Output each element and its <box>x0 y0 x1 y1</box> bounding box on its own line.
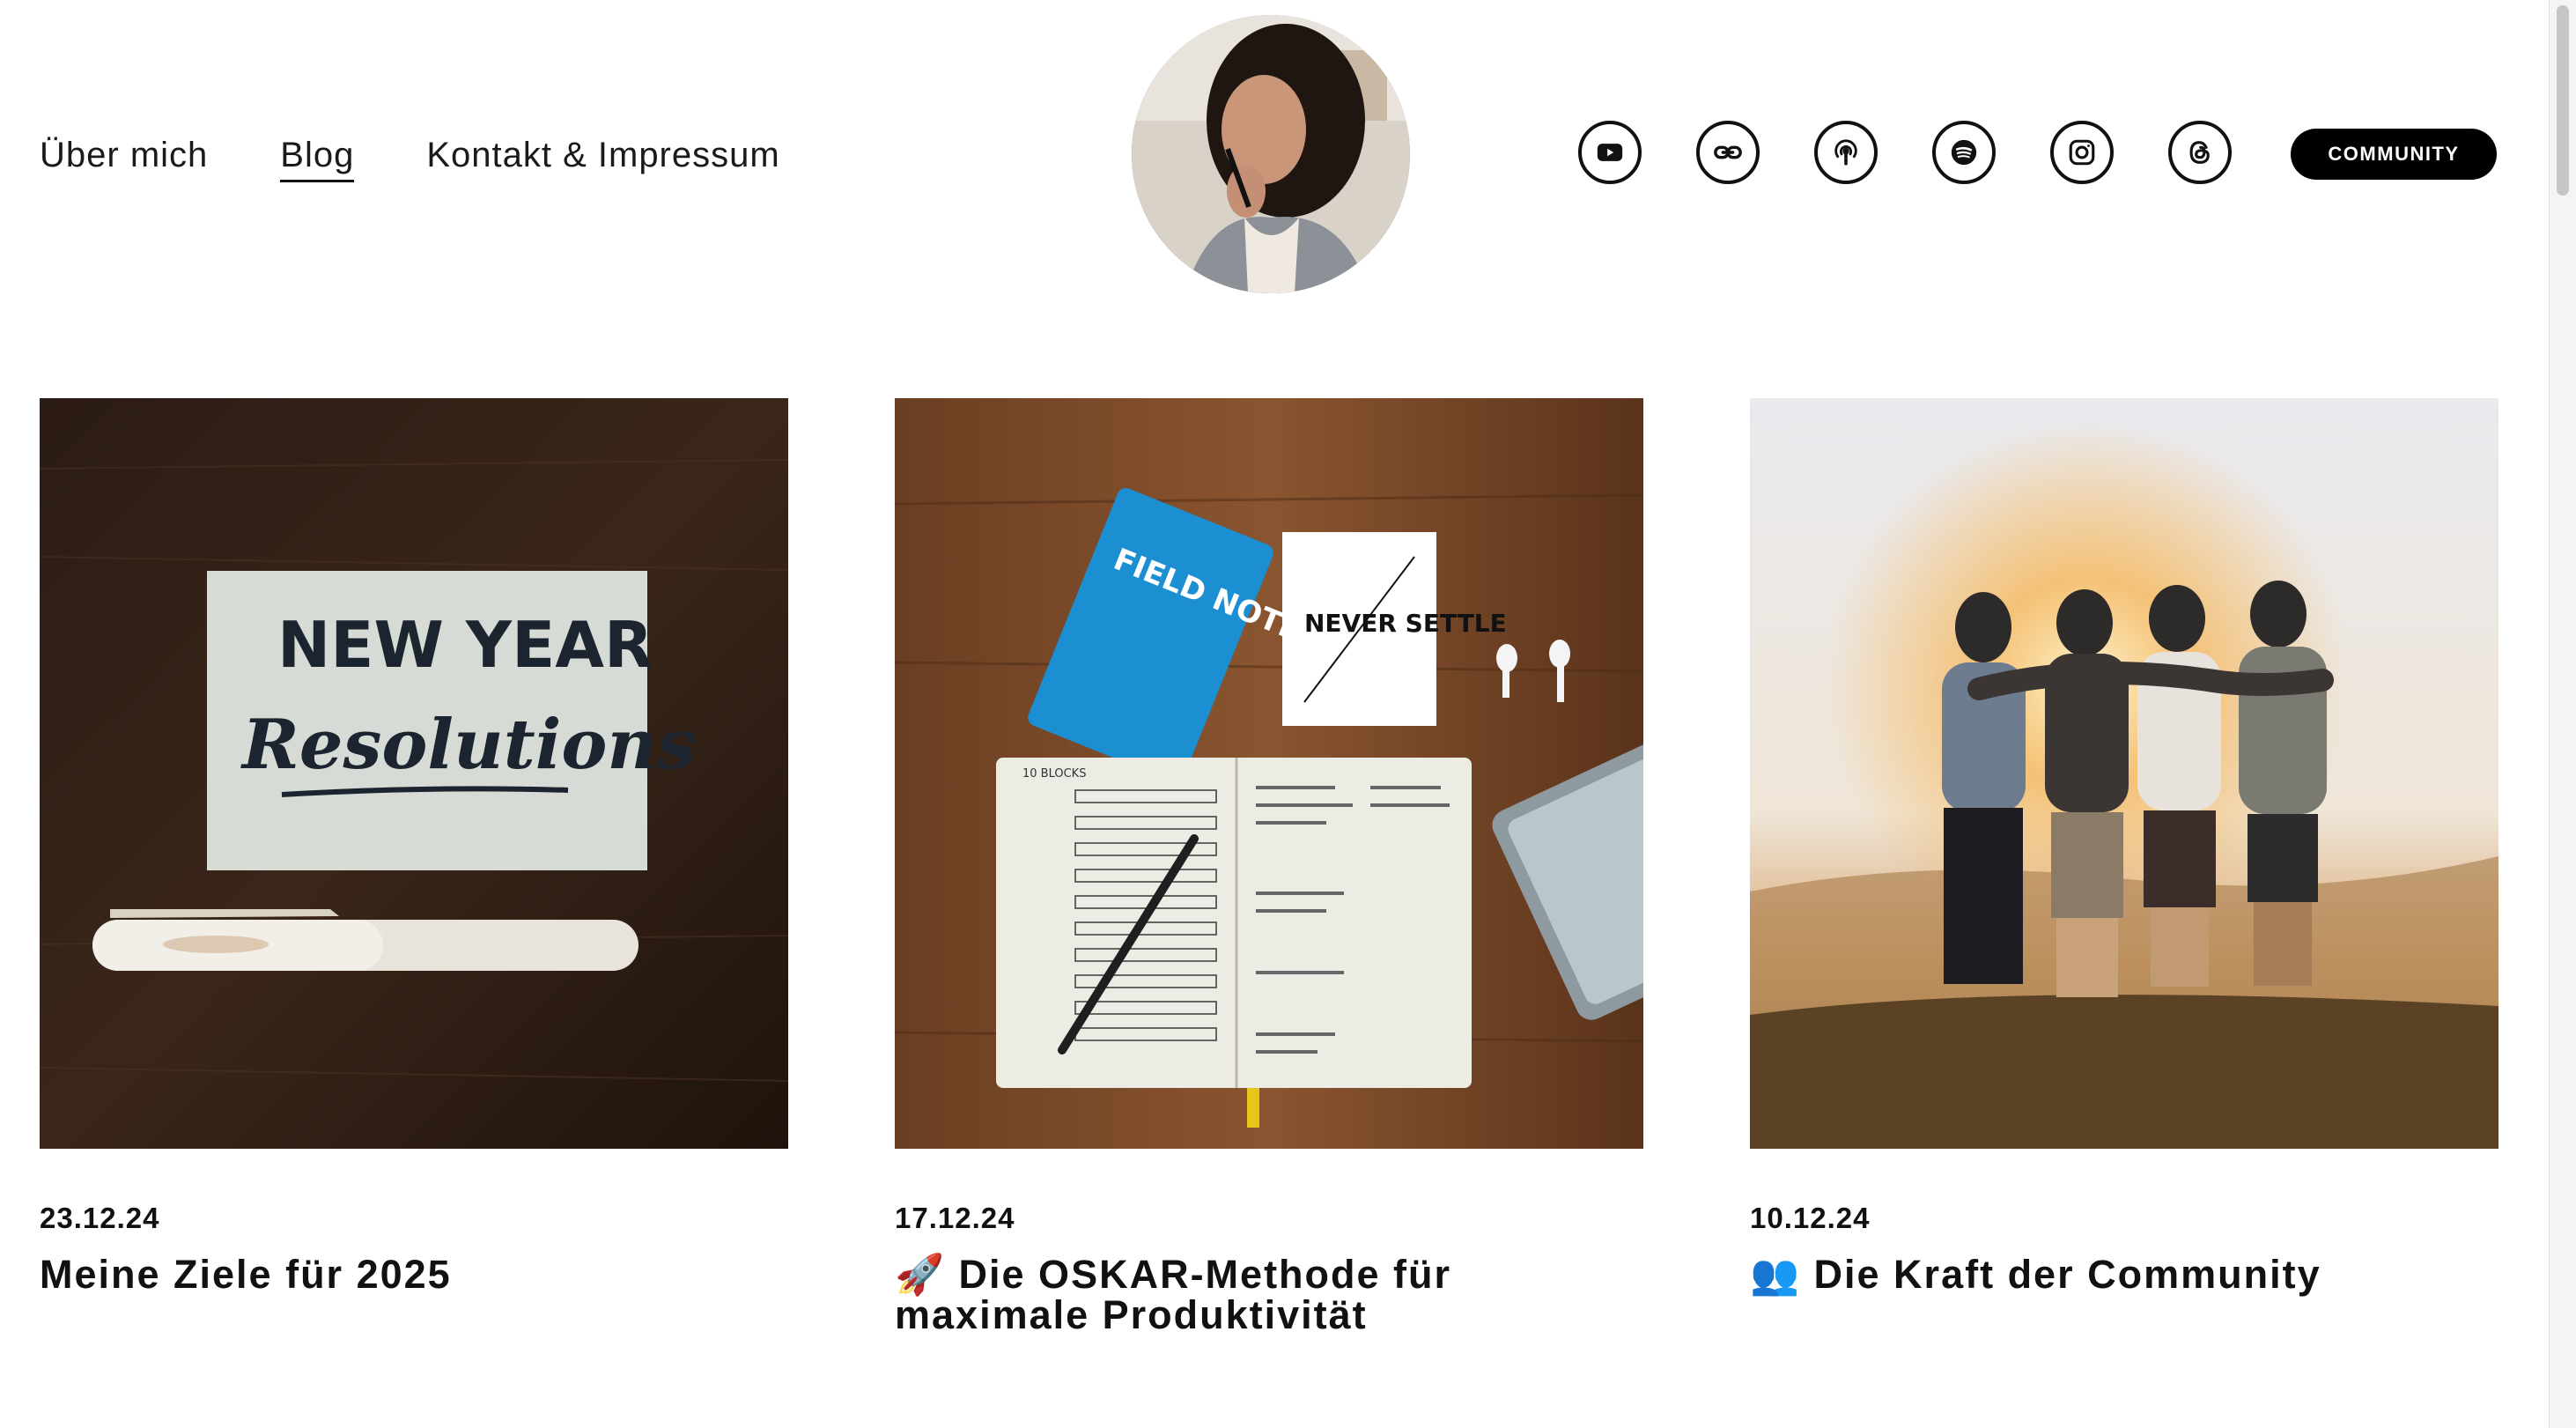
post-date: 17.12.24 <box>895 1202 1015 1234</box>
blog-post-card[interactable]: 10.12.24 👥 Die Kraft der Community <box>1750 398 2498 1295</box>
site-header: Über mich Blog Kontakt & Impressum COMMU… <box>0 0 2554 317</box>
post-image[interactable]: FIELD NOTES NEVER SETTLE 10 BLOCKS <box>895 398 1643 1149</box>
image-text-resolutions: Resolutions <box>240 705 696 785</box>
threads-icon[interactable] <box>2168 121 2232 184</box>
nav-blog[interactable]: Blog <box>280 132 355 182</box>
post-title[interactable]: Meine Ziele für 2025 <box>40 1254 788 1295</box>
image-text-never-settle: NEVER SETTLE <box>1304 609 1507 638</box>
image-text-new-year: NEW YEAR <box>277 608 653 682</box>
social-links <box>1578 121 2232 184</box>
avatar[interactable] <box>1132 15 1410 293</box>
post-date: 10.12.24 <box>1750 1202 1871 1234</box>
post-title[interactable]: 👥 Die Kraft der Community <box>1750 1254 2498 1295</box>
youtube-icon[interactable] <box>1578 121 1642 184</box>
post-image[interactable]: NEW YEAR Resolutions <box>40 398 788 1149</box>
post-date: 23.12.24 <box>40 1202 160 1234</box>
scrollbar-thumb[interactable] <box>2557 5 2569 196</box>
blog-post-card[interactable]: NEW YEAR Resolutions 23.12.24 Meine Ziel… <box>40 398 788 1295</box>
blog-post-card[interactable]: FIELD NOTES NEVER SETTLE 10 BLOCKS 17.12… <box>895 398 1643 1336</box>
post-image[interactable] <box>1750 398 2498 1149</box>
post-title[interactable]: 🚀 Die OSKAR-Methode für maximale Produkt… <box>895 1254 1643 1336</box>
main-nav: Über mich Blog Kontakt & Impressum <box>40 132 780 182</box>
link-icon[interactable] <box>1696 121 1760 184</box>
podcast-icon[interactable] <box>1814 121 1878 184</box>
nav-about[interactable]: Über mich <box>40 132 208 182</box>
spotify-icon[interactable] <box>1932 121 1996 184</box>
instagram-icon[interactable] <box>2050 121 2114 184</box>
nav-contact[interactable]: Kontakt & Impressum <box>426 132 779 182</box>
community-button[interactable]: COMMUNITY <box>2291 129 2497 180</box>
image-text-blocks: 10 BLOCKS <box>1022 767 1086 781</box>
scrollbar[interactable] <box>2549 0 2576 1428</box>
